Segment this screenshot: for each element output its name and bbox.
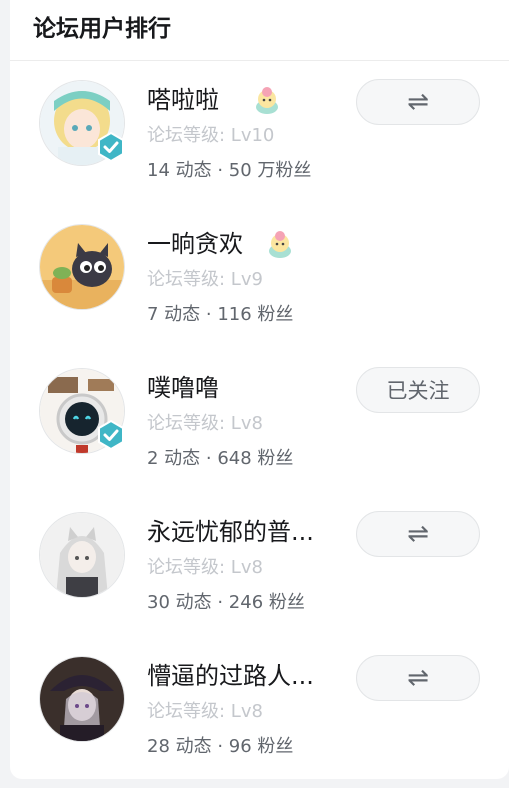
avatar[interactable] (39, 224, 125, 310)
user-stats: 7 动态 · 116 粉丝 (147, 304, 294, 325)
user-stats: 30 动态 · 246 粉丝 (147, 592, 305, 613)
user-row[interactable]: 永远忧郁的普... 论坛等级: Lv8 30 动态 · 246 粉丝 ⇌ (10, 493, 509, 623)
followed-label: 已关注 (386, 379, 450, 403)
forum-level: 论坛等级: Lv8 (147, 701, 263, 722)
user-row[interactable]: 噗噜噜 论坛等级: Lv8 2 动态 · 648 粉丝 已关注 (10, 349, 509, 479)
user-name[interactable]: 一晌贪欢 (147, 227, 243, 261)
fan-badge-icon (256, 87, 278, 114)
user-name[interactable]: 嗒啦啦 (147, 83, 219, 117)
followed-button[interactable]: 已关注 (356, 367, 480, 413)
user-stats: 14 动态 · 50 万粉丝 (147, 160, 312, 181)
user-stats: 2 动态 · 648 粉丝 (147, 448, 294, 469)
avatar[interactable] (39, 80, 125, 166)
panel-title: 论坛用户排行 (33, 16, 171, 42)
swap-button[interactable]: ⇌ (356, 79, 480, 125)
verified-badge-icon (98, 132, 124, 162)
user-ranking-panel: 论坛用户排行 嗒啦啦 论坛等级: Lv10 14 动态 · 50 万粉丝 ⇌ 一… (10, 0, 509, 779)
user-name[interactable]: 噗噜噜 (147, 371, 219, 405)
user-name[interactable]: 懵逼的过路人... (147, 659, 314, 693)
user-stats: 28 动态 · 96 粉丝 (147, 736, 294, 757)
user-name[interactable]: 永远忧郁的普... (147, 515, 314, 549)
verified-badge-icon (98, 420, 124, 450)
swap-icon: ⇌ (407, 87, 429, 117)
user-row[interactable]: 一晌贪欢 论坛等级: Lv9 7 动态 · 116 粉丝 (10, 205, 509, 335)
forum-level: 论坛等级: Lv9 (147, 269, 263, 290)
user-row[interactable]: 懵逼的过路人... 论坛等级: Lv8 28 动态 · 96 粉丝 ⇌ (10, 637, 509, 767)
swap-button[interactable]: ⇌ (356, 655, 480, 701)
swap-icon: ⇌ (407, 663, 429, 693)
swap-button[interactable]: ⇌ (356, 511, 480, 557)
forum-level: 论坛等级: Lv8 (147, 413, 263, 434)
fan-badge-icon (269, 231, 291, 258)
swap-icon: ⇌ (407, 519, 429, 549)
avatar[interactable] (39, 656, 125, 742)
forum-level: 论坛等级: Lv10 (147, 125, 275, 146)
forum-level: 论坛等级: Lv8 (147, 557, 263, 578)
user-row[interactable]: 嗒啦啦 论坛等级: Lv10 14 动态 · 50 万粉丝 ⇌ (10, 61, 509, 191)
avatar[interactable] (39, 512, 125, 598)
avatar[interactable] (39, 368, 125, 454)
